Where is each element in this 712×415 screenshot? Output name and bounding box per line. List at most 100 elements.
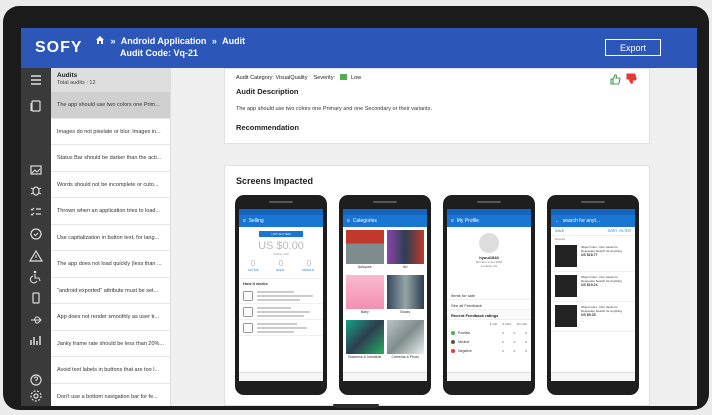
feedback-col: 1 mth [489,322,498,326]
screenshot-phone-selling[interactable]: ≡ Selling LIST AN ITEM US $0.00 Selling … [235,195,327,395]
app-bar-title: Selling [248,218,264,224]
checklist-icon[interactable] [28,204,44,220]
category-tile: Art [386,230,424,272]
audit-item[interactable]: Status Bar should be darker than the act… [51,145,170,172]
category-label: Baby [360,310,369,314]
recommendation-heading: Recommendation [236,123,299,132]
audit-list-title: Audits [57,72,78,79]
search-result: Object Cars - Don Jansen's Desperate Sea… [551,272,635,302]
category-tile: Business & Industrial [346,320,384,362]
count-value: 0 [250,259,256,268]
audit-item[interactable]: The app does not load quickly (less than… [51,251,170,278]
audit-item[interactable]: Avoid text labels in buttons that are to… [51,357,170,384]
android-nav-bar [343,372,427,381]
app-bar-title: My Profile [456,218,479,224]
bug-icon[interactable] [28,182,44,198]
image-icon[interactable] [28,162,44,178]
category-tile: Cameras & Photo [386,320,424,362]
device-icon[interactable] [28,290,44,306]
audit-detail-card: Audit Category: VisualQuality Severity: … [224,68,650,144]
home-icon[interactable] [95,35,105,45]
list-item-button: LIST AN ITEM [259,231,303,237]
app-screen: SOFY » Android Application » Audit Audit… [21,28,697,406]
feedback-title: Recent Feedback ratings [447,310,531,320]
android-nav-bar [239,372,323,381]
icon-sidebar [21,68,51,406]
category-label: Art [403,265,408,269]
search-toolbar: SAVE SORT FILTER [551,227,635,236]
audit-item[interactable]: Use capitalization in button text, for l… [51,225,170,251]
copy-icon[interactable] [28,98,44,114]
search-result: Object Cars - Don Jansen's Desperate Sea… [551,242,635,272]
category-label: Business & Industrial [348,355,382,359]
neutral-dot [451,339,455,344]
selling-count-labels: ACTIVE SOLD UNSOLD [239,268,323,272]
audit-item[interactable]: App does not render smoothly as user tr.… [51,304,170,331]
profile-row: See all Feedback [447,300,531,310]
camera-icon [243,290,253,301]
screenshot-phone-profile[interactable]: ≡ My Profile hyuui1844 Member since 2018… [443,195,535,395]
profile-row: Items for sale [447,290,531,300]
count-label: SOLD [276,268,285,272]
count-label: ACTIVE [247,268,259,272]
feedback-col: 6 mths [502,322,512,326]
audit-item[interactable]: Janky frame rate should be less than 20%… [51,331,170,357]
app-logo[interactable]: SOFY [35,39,83,57]
category-label: Books [400,310,411,314]
audit-item[interactable]: Images do not pixelate or blur. Images i… [51,119,170,145]
severity-value: Low [351,75,362,81]
warning-icon[interactable] [28,248,44,264]
screenshot-phone-search[interactable]: ← search for anyt... SAVE SORT FILTER Re… [547,195,639,395]
selling-total-label: Selling total [273,252,289,256]
help-icon[interactable] [28,372,44,388]
check-circle-icon[interactable] [28,226,44,242]
result-price: US $9.25 [581,313,596,317]
result-thumbnail [555,245,577,267]
feedback-label: Positive [458,330,471,335]
category-grid: Antiques Art Baby Books Business & Indus… [343,227,427,365]
menu-icon[interactable] [28,72,44,88]
count-value: 0 [306,259,312,268]
export-button[interactable]: Export [605,39,661,56]
accessibility-icon[interactable] [28,268,44,284]
category-label: Audit Category: [236,75,274,81]
breadcrumb: » Android Application » Audit [95,35,245,46]
result-price: US $18.77 [581,253,598,257]
thumbs-up-icon[interactable] [609,72,621,85]
audit-item[interactable]: The app should use two colors one Prim..… [51,92,170,119]
how-it-works-title: How it works [239,278,323,288]
count-label: UNSOLD [301,268,315,272]
category-tile: Antiques [346,230,384,272]
breadcrumb-app[interactable]: Android Application [121,36,207,46]
result-thumbnail [555,275,577,297]
audit-item[interactable]: Thrown when an application tries to load… [51,198,170,225]
search-result: Object Cars - Don Jansen's Desperate Sea… [551,302,635,332]
app-bar-title: search for anyt... [562,218,601,224]
breadcrumb-audit: Audit [222,36,246,46]
sort-label: SORT [607,229,618,233]
chart-icon[interactable] [28,332,44,348]
usb-icon[interactable] [28,312,44,328]
audit-item[interactable]: "android:exported" attribute must be set… [51,278,170,304]
breadcrumb-separator: » [110,36,116,46]
screenshot-phone-categories[interactable]: ≡ Categories Antiques Art Baby Books Bus… [339,195,431,395]
category-value: VisualQuality [275,75,308,81]
audit-code: Audit Code: Vq-21 [120,48,198,58]
breadcrumb-separator: » [211,36,217,46]
severity-label: Severity: [313,75,335,81]
phone-screen: ≡ Categories Antiques Art Baby Books Bus… [343,209,427,381]
result-title: Object Cars - Don Jansen's Desperate Sea… [581,305,622,313]
selling-amount: US $0.00 [258,240,304,252]
save-label: SAVE [555,229,565,233]
audit-item[interactable]: Don't use a bottom navigation bar for fe… [51,384,170,407]
result-title: Object Cars - Don Jansen's Desperate Sea… [581,275,622,283]
settings-icon[interactable] [28,388,44,404]
screens-card: Screens Impacted ≡ Selling LIST AN ITEM … [224,165,650,406]
profile-avatar [479,233,499,253]
feedback-columns: 1 mth 6 mths 12 mths [447,320,531,328]
thumbs-down-icon[interactable] [625,72,637,84]
android-nav-bar [447,372,531,381]
audit-item[interactable]: Words should not be incomplete or cuto..… [51,172,170,198]
feedback-row: Neutral 0 0 0 [447,337,531,346]
category-label: Cameras & Photo [391,355,420,359]
